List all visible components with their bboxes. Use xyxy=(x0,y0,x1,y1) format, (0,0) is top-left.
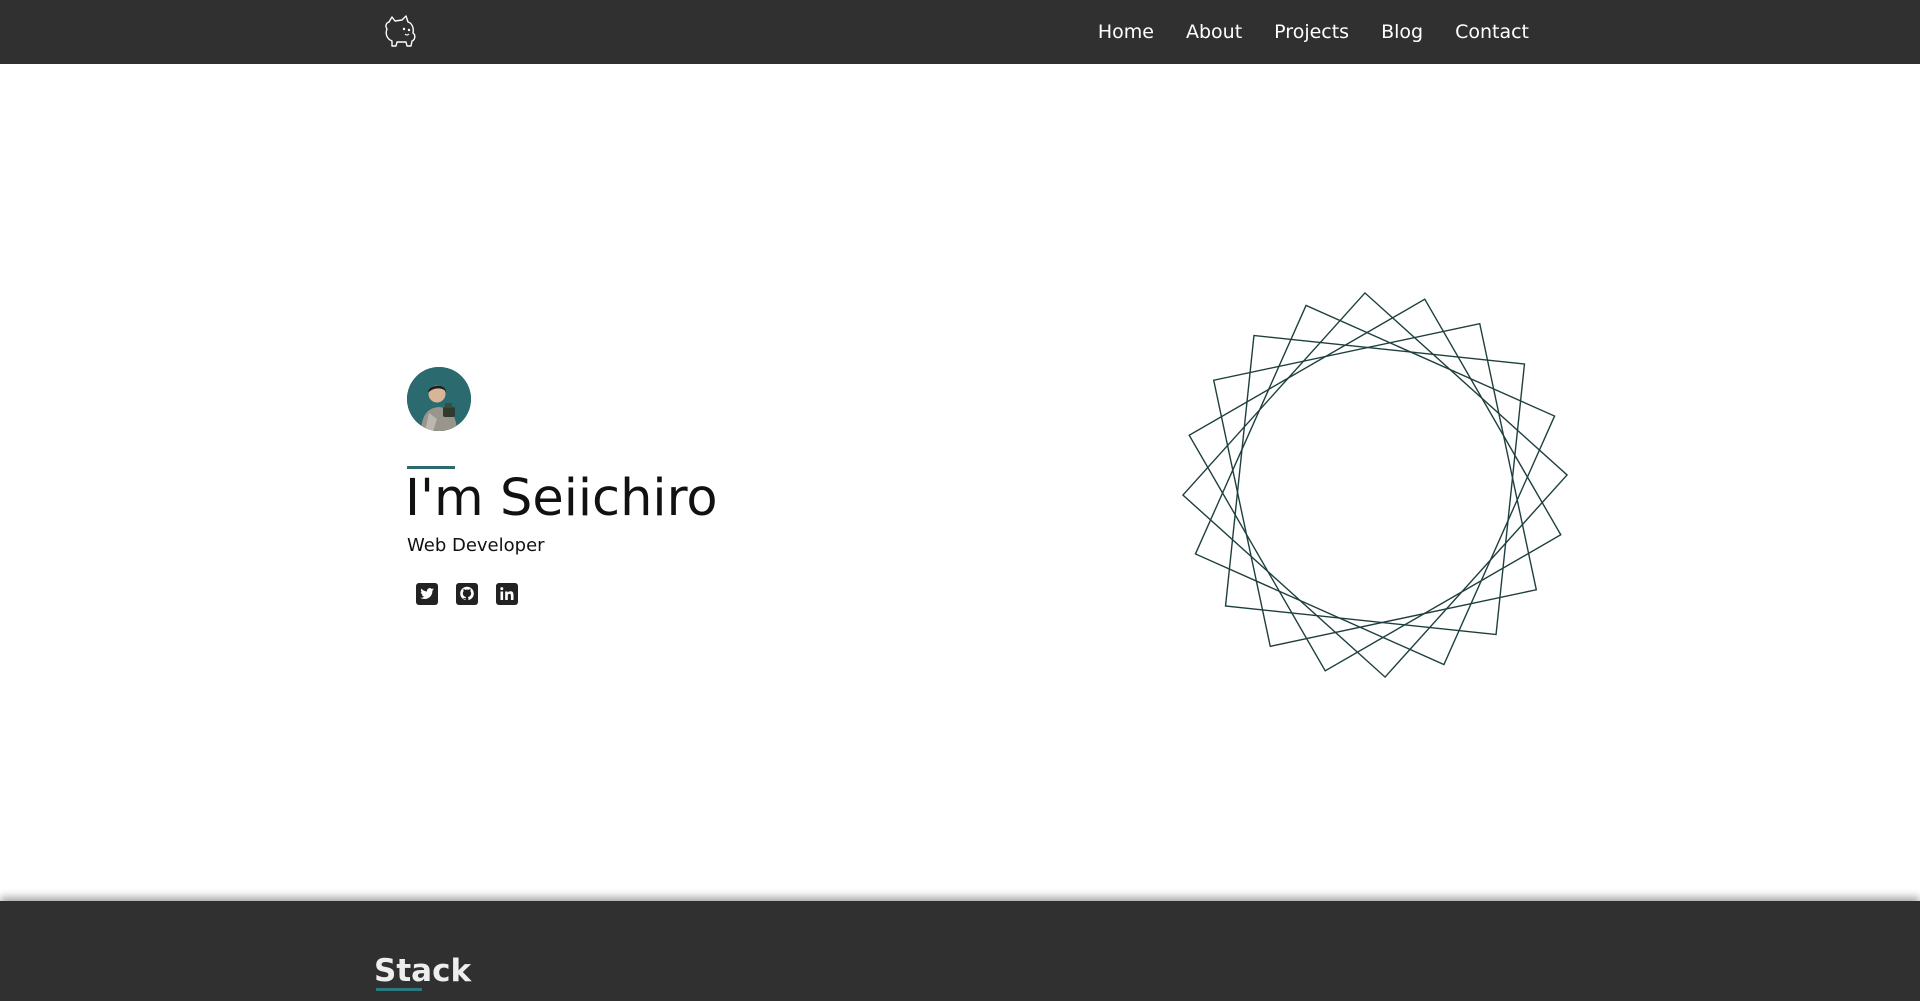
rotated-squares-graphic xyxy=(1181,291,1569,679)
nav-blog-link[interactable]: Blog xyxy=(1381,21,1423,43)
twitter-icon[interactable] xyxy=(415,582,439,606)
nav-contact-link[interactable]: Contact xyxy=(1455,21,1529,43)
stack-section: Stack xyxy=(0,901,1920,1001)
stack-title-underline xyxy=(376,988,422,991)
decor-square xyxy=(1212,322,1538,648)
hero-title: I'm Seiichiro xyxy=(405,469,718,528)
github-icon[interactable] xyxy=(455,582,479,606)
linkedin-icon[interactable] xyxy=(495,582,519,606)
avatar xyxy=(407,367,471,431)
decor-square xyxy=(1181,291,1569,679)
decor-square xyxy=(1188,298,1562,672)
main-nav: Home About Projects Blog Contact xyxy=(1098,0,1529,64)
cat-logo-icon[interactable] xyxy=(380,12,420,52)
hero-subtitle: Web Developer xyxy=(407,535,545,556)
navbar: Home About Projects Blog Contact xyxy=(0,0,1920,64)
social-links xyxy=(415,582,519,606)
avatar-photo xyxy=(407,367,471,431)
decor-square xyxy=(1224,334,1526,636)
nav-about-link[interactable]: About xyxy=(1186,21,1242,43)
decor-square xyxy=(1194,304,1556,666)
nav-home-link[interactable]: Home xyxy=(1098,21,1154,43)
nav-projects-link[interactable]: Projects xyxy=(1274,21,1349,43)
stack-section-title: Stack xyxy=(374,953,472,989)
